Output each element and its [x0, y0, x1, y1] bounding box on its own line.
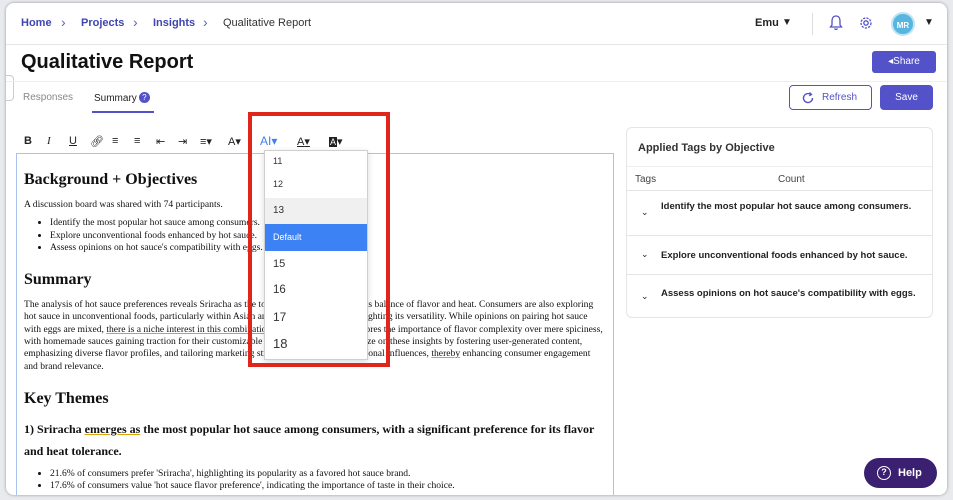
objective-row[interactable]: ⌄ Assess opinions on hot sauce's compati… — [627, 275, 932, 318]
chevron-right-icon: › — [61, 14, 66, 30]
indent-icon[interactable]: ⇥ — [178, 135, 187, 148]
divider — [6, 81, 947, 82]
tab-responses[interactable]: Responses — [23, 92, 73, 103]
bold-button[interactable]: B — [24, 135, 32, 147]
heading-key-themes: Key Themes — [24, 389, 109, 407]
bullet-list-icon[interactable]: ≡ — [134, 135, 140, 147]
sidebar-toggle[interactable] — [6, 75, 14, 101]
active-tab-indicator — [92, 111, 154, 113]
avatar[interactable]: MR — [891, 12, 915, 36]
chevron-down-icon[interactable]: ▼ — [924, 17, 934, 28]
font-family-icon[interactable]: A▾ — [228, 135, 241, 148]
refresh-label: Refresh — [822, 92, 858, 103]
bell-icon[interactable] — [829, 15, 843, 31]
refresh-icon — [802, 92, 814, 104]
highlight-icon: A — [329, 137, 338, 147]
panel-title: Applied Tags by Objective — [638, 142, 775, 154]
objective-row[interactable]: ⌄ Identify the most popular hot sauce am… — [627, 191, 932, 236]
objective-label: Identify the most popular hot sauce amon… — [661, 201, 912, 212]
font-size-option[interactable]: 12 — [265, 171, 367, 198]
share-label: Share — [893, 56, 920, 67]
column-header-count: Count — [778, 174, 805, 185]
font-size-option[interactable]: 11 — [265, 151, 367, 171]
outdent-icon[interactable]: ⇤ — [156, 135, 165, 148]
save-button[interactable]: Save — [880, 85, 933, 110]
theme-points-list: 21.6% of consumers prefer 'Sriracha', hi… — [50, 468, 603, 493]
column-header-tags: Tags — [635, 174, 657, 185]
italic-button[interactable]: I — [47, 135, 51, 147]
chevron-down-icon: ⌄ — [641, 291, 649, 301]
font-size-option[interactable]: 16 — [265, 277, 367, 304]
flagged-phrase[interactable]: emerges as — [85, 422, 141, 436]
help-button[interactable]: ? Help — [864, 458, 937, 488]
font-size-dropdown: 11 12 13 Default 15 16 17 18 — [264, 150, 368, 360]
question-icon: ? — [877, 466, 891, 480]
refresh-button[interactable]: Refresh — [789, 85, 872, 110]
underline-button[interactable]: U — [69, 135, 77, 147]
chevron-down-icon: ⌄ — [641, 249, 649, 259]
list-item: 21.6% of consumers prefer 'Sriracha', hi… — [50, 468, 603, 480]
chevron-right-icon: › — [203, 14, 208, 30]
objective-label: Assess opinions on hot sauce's compatibi… — [661, 288, 916, 299]
breadcrumb-home[interactable]: Home — [21, 17, 52, 29]
align-icon[interactable]: ≡▾ — [200, 135, 212, 148]
help-badge-icon[interactable]: ? — [138, 92, 150, 103]
list-item: 17.6% of consumers value 'hot sauce flav… — [50, 480, 603, 492]
theme-heading: 1) Sriracha emerges as the most popular … — [24, 418, 603, 462]
ordered-list-icon[interactable]: ≡ — [112, 135, 118, 147]
app-window: Home › Projects › Insights › Qualitative… — [6, 3, 947, 495]
text-color-button[interactable]: A▾ — [297, 135, 310, 148]
page-title: Qualitative Report — [21, 51, 194, 73]
help-label: Help — [898, 467, 922, 479]
breadcrumb-projects[interactable]: Projects — [81, 17, 124, 29]
font-size-icon: AI — [260, 134, 272, 148]
link-icon[interactable]: 🔗︎ — [90, 135, 104, 148]
font-size-option[interactable]: 13 — [265, 197, 367, 224]
font-size-option[interactable]: 17 — [265, 304, 367, 331]
breadcrumb-insights[interactable]: Insights — [153, 17, 195, 29]
font-size-option[interactable]: 18 — [265, 330, 367, 357]
font-size-option[interactable]: 15 — [265, 251, 367, 278]
gear-icon[interactable] — [858, 15, 874, 31]
panel-table-header: Tags Count — [627, 166, 932, 191]
share-button[interactable]: ◂​ Share — [872, 51, 936, 73]
chevron-down-icon: ⌄ — [641, 207, 649, 217]
top-bar: Home › Projects › Insights › Qualitative… — [6, 3, 947, 45]
text-color-icon: A — [297, 136, 305, 148]
workspace-switcher[interactable]: Emu — [755, 17, 779, 29]
chevron-right-icon: › — [133, 14, 138, 30]
font-size-option-selected[interactable]: Default — [265, 224, 367, 251]
chevron-down-icon[interactable]: ▼ — [782, 17, 792, 28]
flagged-phrase[interactable]: there is a niche interest in this combin… — [106, 324, 271, 335]
breadcrumb-current: Qualitative Report — [223, 17, 312, 29]
flagged-phrase[interactable]: thereby — [431, 348, 460, 359]
tab-summary[interactable]: Summary? — [94, 92, 150, 104]
font-size-button[interactable]: AI▾ — [260, 134, 277, 148]
tab-summary-label: Summary — [94, 93, 137, 104]
theme-text: 1) Sriracha — [24, 421, 85, 436]
objective-row[interactable]: ⌄ Explore unconventional foods enhanced … — [627, 236, 932, 275]
divider — [812, 13, 813, 35]
applied-tags-panel: Applied Tags by Objective Tags Count ⌄ I… — [626, 127, 933, 318]
objective-label: Explore unconventional foods enhanced by… — [661, 250, 908, 261]
highlight-button[interactable]: A▾ — [329, 135, 343, 148]
